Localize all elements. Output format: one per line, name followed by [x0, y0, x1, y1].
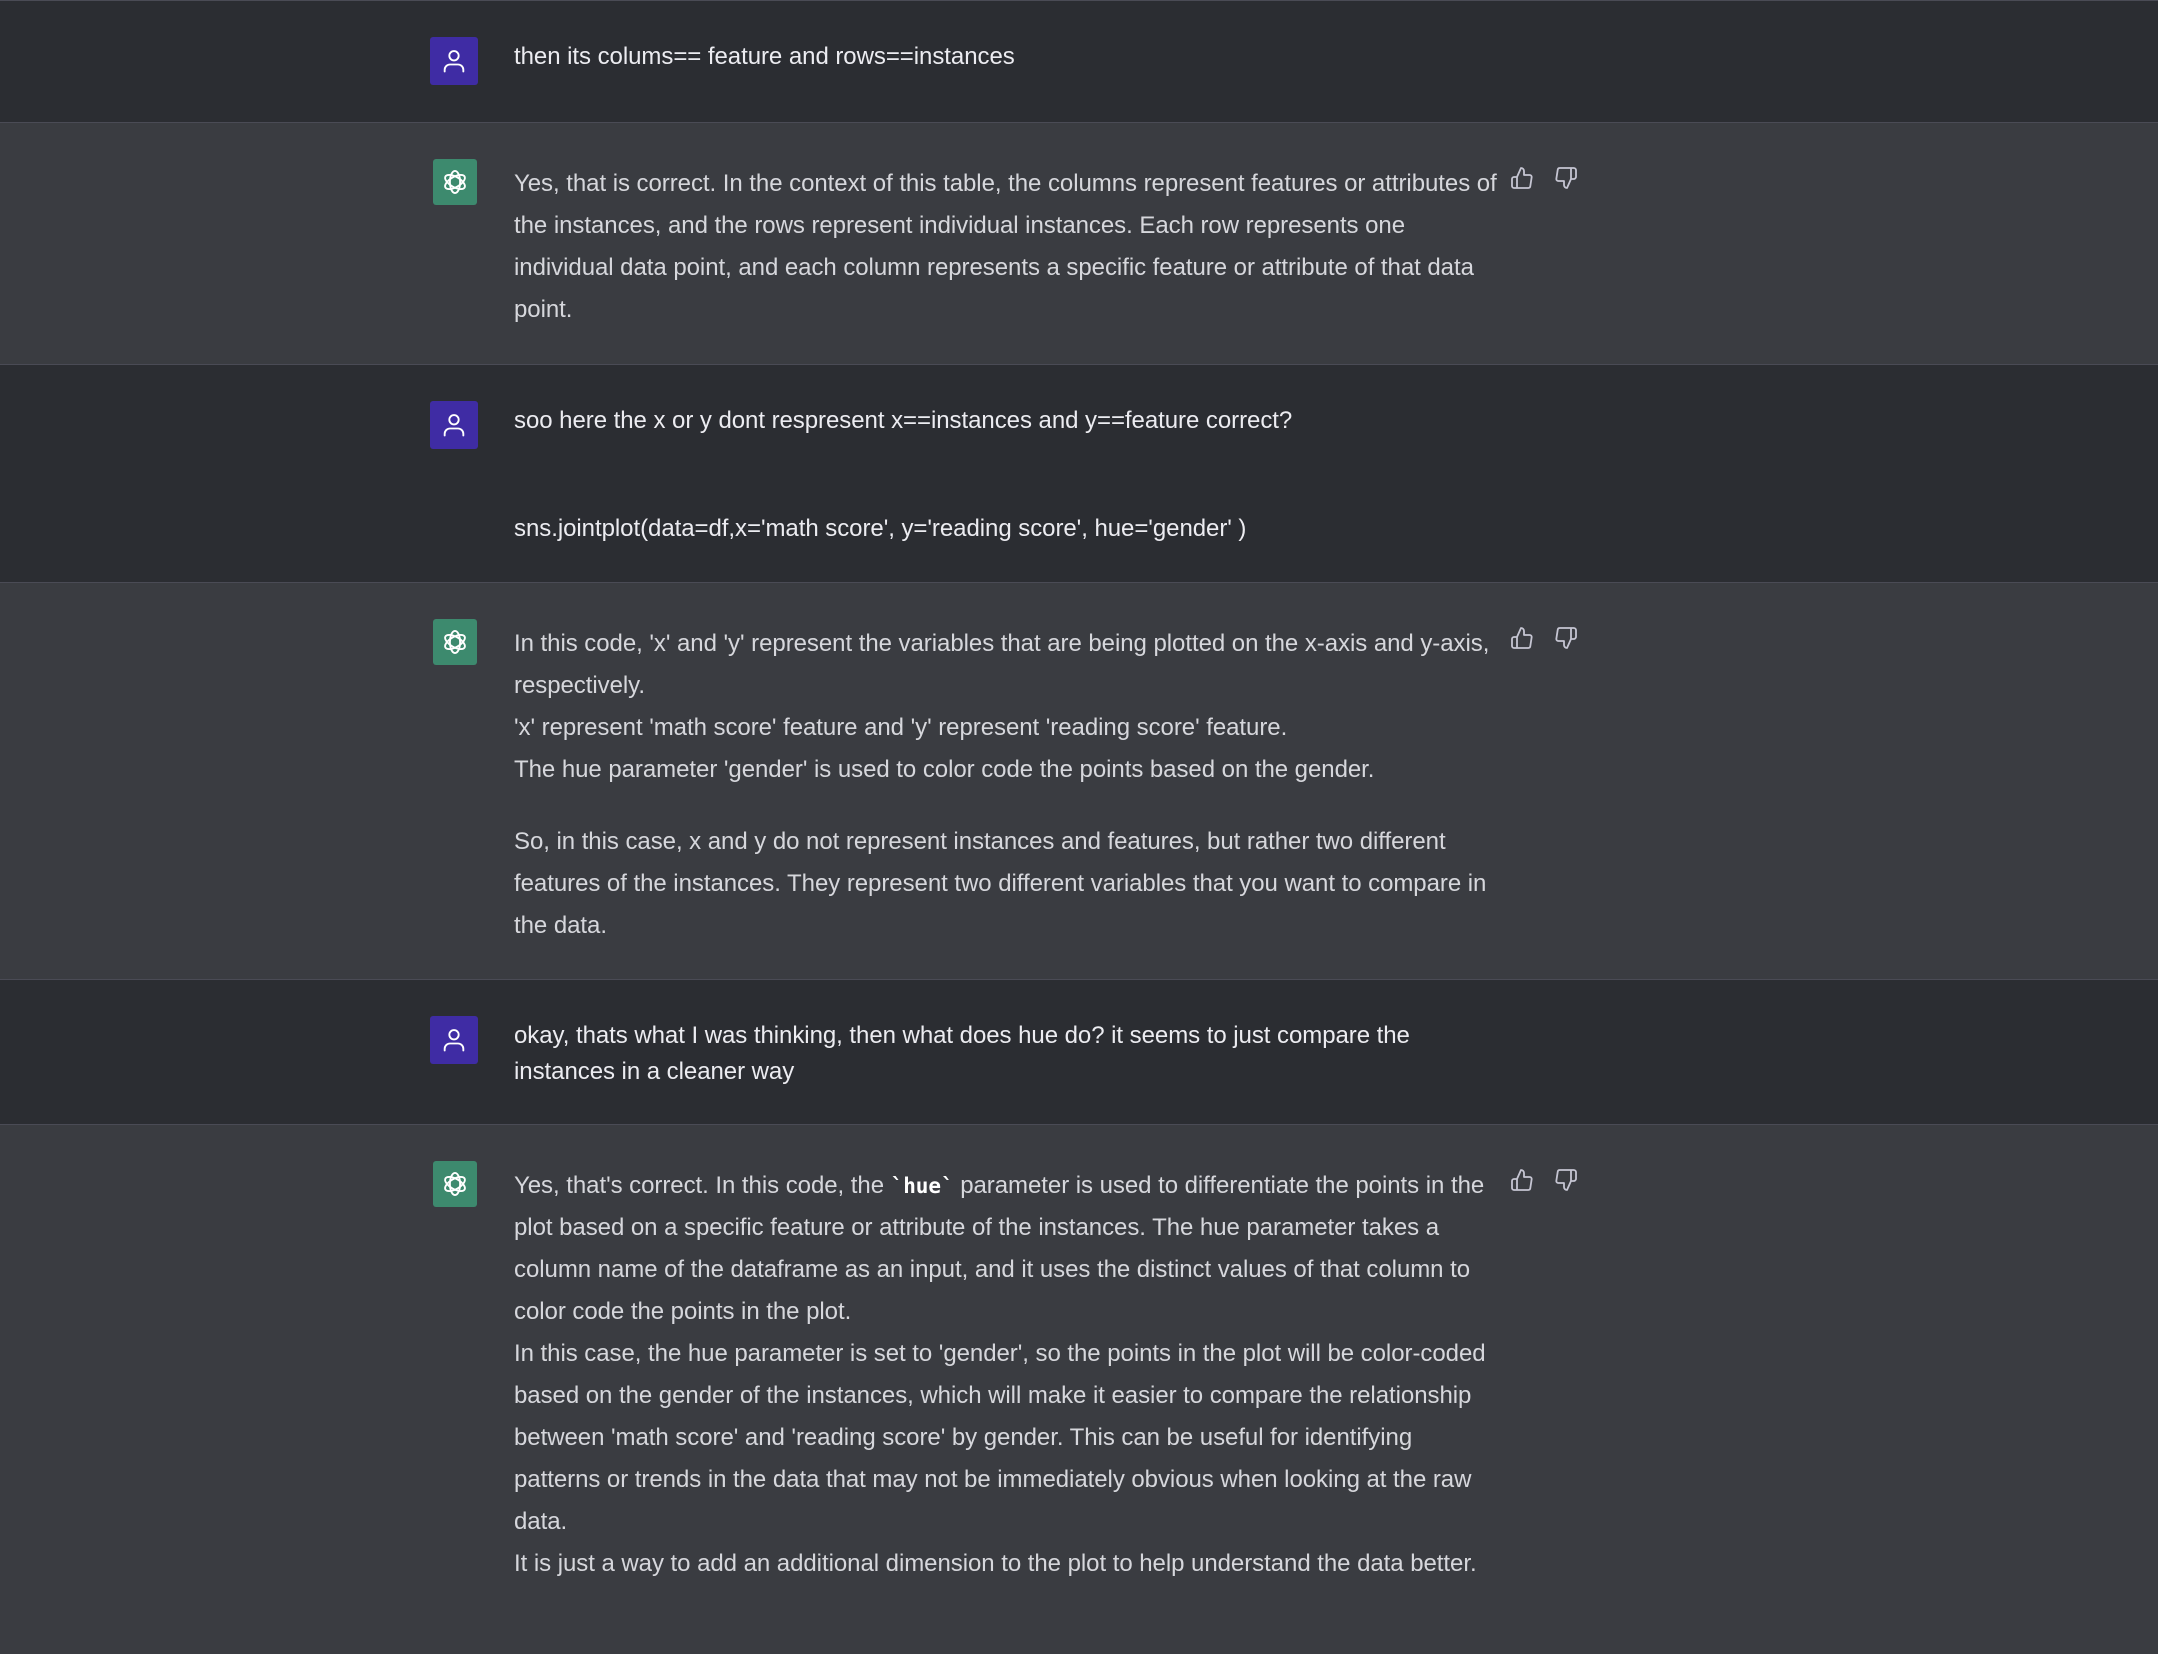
message-text: So, in this case, x and y do not represe… — [514, 828, 1487, 939]
feedback-buttons — [1509, 625, 1579, 651]
message-text: Yes, that's correct. In this code, the `… — [514, 1165, 1499, 1333]
user-icon — [443, 414, 465, 437]
assistant-avatar — [433, 159, 477, 205]
user-avatar — [430, 37, 478, 85]
inline-code: `hue` — [890, 1174, 954, 1198]
message-text: The hue parameter 'gender' is used to co… — [514, 756, 1375, 783]
openai-logo-icon — [444, 1172, 466, 1196]
message-text-segment: Yes, that's correct. In this code, the — [514, 1172, 891, 1199]
message-text: soo here the x or y dont respresent x==i… — [514, 407, 1293, 434]
assistant-avatar — [433, 1161, 477, 1207]
thumbs-down-button[interactable] — [1553, 165, 1579, 191]
thumbs-up-icon — [1511, 627, 1533, 649]
thumbs-down-icon — [1555, 167, 1577, 189]
user-message: then its colums== feature and rows==inst… — [0, 0, 2158, 122]
assistant-message: Yes, that's correct. In this code, the `… — [0, 1124, 2158, 1654]
thumbs-up-icon — [1511, 167, 1533, 189]
assistant-message: In this code, 'x' and 'y' represent the … — [0, 582, 2158, 979]
message-text: okay, thats what I was thinking, then wh… — [514, 1022, 1410, 1085]
message-content: then its colums== feature and rows==inst… — [514, 39, 1499, 75]
feedback-buttons — [1509, 1167, 1579, 1193]
message-content: In this code, 'x' and 'y' represent the … — [514, 623, 1499, 947]
message-content: Yes, that is correct. In the context of … — [514, 163, 1499, 331]
message-text: Yes, that is correct. In the context of … — [514, 170, 1497, 323]
user-avatar — [430, 1016, 478, 1064]
thumbs-down-icon — [1555, 627, 1577, 649]
thumbs-up-button[interactable] — [1509, 625, 1535, 651]
assistant-avatar — [433, 619, 477, 665]
message-text: In this code, 'x' and 'y' represent the … — [514, 630, 1490, 699]
thumbs-down-button[interactable] — [1553, 625, 1579, 651]
thumbs-down-icon — [1555, 1169, 1577, 1191]
user-avatar — [430, 401, 478, 449]
message-content: okay, thats what I was thinking, then wh… — [514, 1018, 1499, 1090]
chat-thread: then its colums== feature and rows==inst… — [0, 0, 2158, 1654]
message-text: then its colums== feature and rows==inst… — [514, 43, 1015, 70]
message-code-text: sns.jointplot(data=df,x='math score', y=… — [514, 515, 1247, 542]
message-text: It is just a way to add an additional di… — [514, 1550, 1477, 1577]
openai-logo-icon — [444, 630, 466, 654]
user-message: okay, thats what I was thinking, then wh… — [0, 979, 2158, 1124]
openai-logo-icon — [444, 170, 466, 194]
user-icon — [443, 50, 465, 73]
assistant-message: Yes, that is correct. In the context of … — [0, 122, 2158, 364]
thumbs-up-icon — [1511, 1169, 1533, 1191]
message-content: Yes, that's correct. In this code, the `… — [514, 1165, 1499, 1585]
user-icon — [443, 1029, 465, 1052]
message-text: In this case, the hue parameter is set t… — [514, 1340, 1486, 1535]
message-content: soo here the x or y dont respresent x==i… — [514, 403, 1499, 547]
feedback-buttons — [1509, 165, 1579, 191]
user-message: soo here the x or y dont respresent x==i… — [0, 364, 2158, 582]
thumbs-up-button[interactable] — [1509, 165, 1535, 191]
thumbs-down-button[interactable] — [1553, 1167, 1579, 1193]
thumbs-up-button[interactable] — [1509, 1167, 1535, 1193]
message-text: 'x' represent 'math score' feature and '… — [514, 714, 1288, 741]
